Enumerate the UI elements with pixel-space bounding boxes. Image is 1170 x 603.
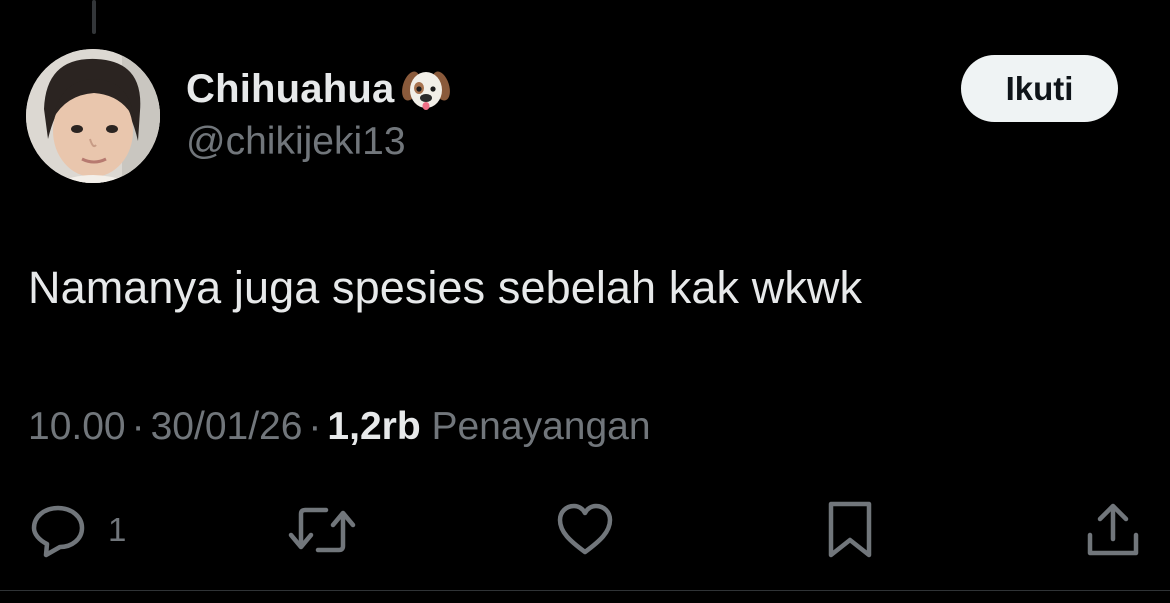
bookmark-icon [828,501,872,558]
reply-button[interactable]: 1 [30,500,126,560]
divider [0,590,1170,591]
author-display-name[interactable]: Chihuahua [186,67,394,112]
thread-connector-line [92,0,96,34]
retweet-icon [288,507,356,553]
heart-icon [557,503,613,555]
meta-separator: · [131,405,145,448]
author-name-row[interactable]: Chihuahua [186,66,452,112]
bookmark-button[interactable] [825,500,875,560]
tweet-date[interactable]: 30/01/26 [151,405,303,448]
meta-separator: · [308,405,322,448]
share-button[interactable] [1085,500,1141,560]
tweet-time[interactable]: 10.00 [28,405,126,448]
retweet-button[interactable] [288,500,356,560]
tweet-actions-bar: 1 [0,500,1170,560]
follow-button[interactable]: Ikuti [961,55,1118,122]
like-button[interactable] [556,500,614,560]
tweet-meta: 10.00 · 30/01/26 · 1,2rb Penayangan [28,405,651,449]
views-label: Penayangan [431,405,651,448]
views-count: 1,2rb [327,405,421,448]
dog-face-emoji-icon [400,66,452,112]
tweet-detail: Chihuahua @chikijeki13 Ikuti Namanya jug… [0,0,1170,603]
reply-icon [31,505,85,558]
reply-count: 1 [108,511,127,548]
tweet-text: Namanya juga spesies sebelah kak wkwk [28,262,863,313]
avatar-photo [26,49,160,183]
avatar[interactable] [26,49,160,183]
author-handle[interactable]: @chikijeki13 [186,120,406,164]
share-icon [1087,503,1139,556]
